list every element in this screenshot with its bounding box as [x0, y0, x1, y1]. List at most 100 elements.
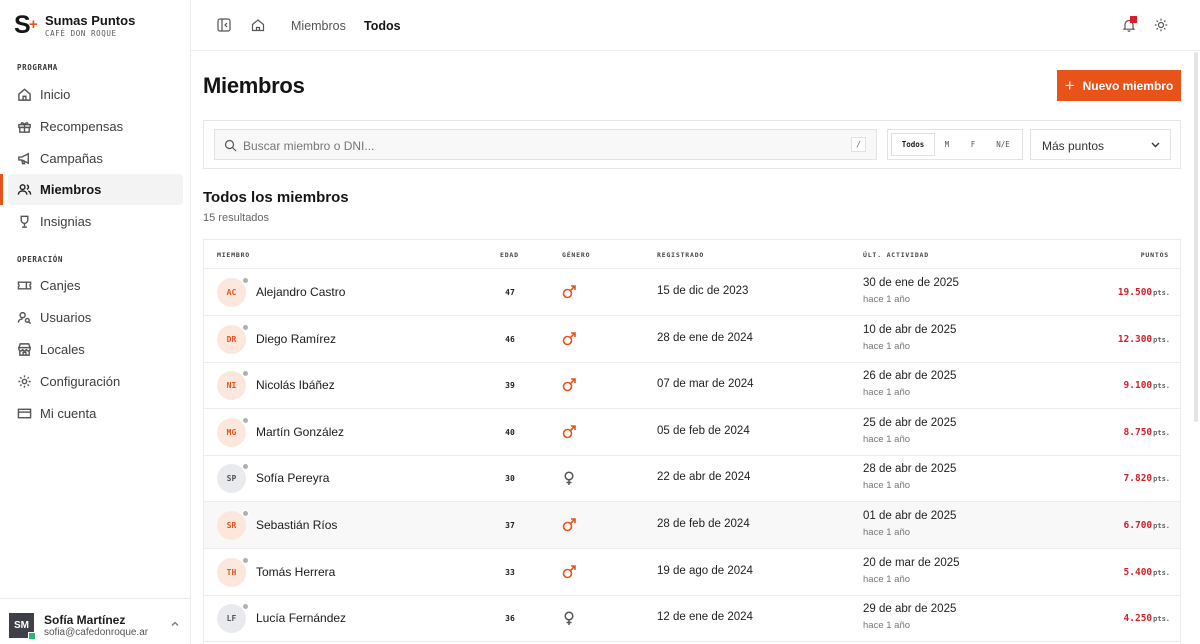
header-member[interactable]: MIEMBRO [217, 251, 250, 259]
points-unit: pts. [1153, 615, 1170, 624]
header-activity[interactable]: ÚLT. ACTIVIDAD [863, 251, 929, 259]
table-row[interactable]: MG Martín González 40 05 de feb de 2024 25 d… [204, 409, 1180, 456]
member-last-activity-relative: hace 1 año [863, 480, 911, 492]
search-icon [224, 139, 237, 152]
sidebar-item-label: Canjes [40, 278, 81, 293]
header-registered[interactable]: REGISTRADO [657, 251, 704, 259]
member-registered: 19 de ago de 2024 [657, 564, 753, 577]
member-avatar: AC [217, 277, 249, 307]
home-icon [18, 88, 31, 101]
table-row[interactable]: DR Diego Ramírez 46 28 de ene de 2024 10 de … [204, 316, 1180, 363]
member-last-activity: 25 de abr de 2025 [863, 416, 957, 429]
sidebar-item-inicio[interactable]: Inicio [8, 79, 183, 110]
member-points: 19.500pts. [1118, 287, 1170, 298]
sidebar-item-label: Configuración [40, 374, 121, 389]
sidebar-item-configuracion[interactable]: Configuración [8, 366, 183, 397]
sidebar-item-usuarios[interactable]: Usuarios [8, 302, 183, 333]
scrollbar[interactable] [1194, 52, 1198, 422]
sort-select[interactable]: Más puntos [1030, 129, 1171, 160]
table-row[interactable]: AC Alejandro Castro 47 15 de dic de 2023 30 … [204, 269, 1180, 316]
points-value: 8.750 [1123, 426, 1153, 438]
member-name[interactable]: Sebastián Ríos [256, 518, 337, 532]
gender-filter-f[interactable]: F [959, 133, 987, 156]
gender-filter-m[interactable]: M [935, 133, 959, 156]
points-unit: pts. [1153, 475, 1170, 484]
search-input[interactable]: Buscar miembro o DNI... / [214, 129, 877, 160]
section-label-programa: PROGRAMA [17, 63, 58, 72]
sidebar-item-campanas[interactable]: Campañas [8, 143, 183, 174]
member-registered: 15 de dic de 2023 [657, 285, 749, 297]
member-age: 37 [505, 521, 515, 530]
member-last-activity-relative: hace 1 año [863, 433, 911, 445]
member-last-activity: 01 de abr de 2025 [863, 510, 957, 522]
sidebar-toggle-icon[interactable] [217, 18, 231, 32]
points-unit: pts. [1153, 289, 1170, 297]
member-name[interactable]: Tomás Herrera [256, 565, 335, 579]
chevron-up-icon[interactable] [170, 619, 180, 629]
sidebar-item-mi-cuenta[interactable]: Mi cuenta [8, 398, 183, 429]
member-last-activity: 10 de abr de 2025 [863, 323, 957, 336]
member-name[interactable]: Alejandro Castro [256, 285, 345, 299]
table-row[interactable]: SP Sofía Pereyra 30 22 de abr de 2024 28 de … [204, 455, 1180, 503]
table-row[interactable]: SR Sebastián Ríos 37 28 de feb de 2024 01 de… [204, 502, 1180, 549]
breadcrumb-miembros[interactable]: Miembros [291, 19, 346, 33]
users-icon [17, 184, 32, 195]
home-icon[interactable] [251, 18, 265, 32]
header-points[interactable]: PUNTOS [1141, 251, 1169, 259]
member-age: 33 [505, 567, 515, 577]
sort-select-value: Más puntos [1042, 139, 1105, 153]
member-name[interactable]: Martín González [256, 425, 344, 439]
sidebar-item-insignias[interactable]: Insignias [8, 206, 183, 237]
table-row[interactable]: TH Tomás Herrera 33 19 de ago de 2024 20 de … [204, 549, 1180, 596]
member-avatar: LF [217, 603, 249, 634]
points-value: 6.700 [1123, 520, 1153, 531]
store-icon [18, 343, 31, 356]
member-points: 9.100pts. [1124, 380, 1170, 391]
sidebar-item-locales[interactable]: Locales [8, 334, 183, 365]
sidebar-item-canjes[interactable]: Canjes [8, 270, 183, 301]
member-last-activity-relative: hace 1 año [863, 340, 911, 352]
sun-icon[interactable] [1154, 18, 1168, 32]
status-dot [242, 463, 249, 471]
chevron-down-icon [1151, 142, 1160, 148]
member-points: 5.400pts. [1124, 567, 1170, 578]
male-icon [561, 331, 577, 347]
member-avatar: MG [217, 416, 249, 447]
member-registered: 22 de abr de 2024 [657, 471, 751, 484]
gender-filter-todos[interactable]: Todos [891, 133, 935, 156]
member-points: 4.250pts. [1124, 613, 1170, 624]
points-unit: pts. [1153, 428, 1170, 437]
table-row[interactable]: NI Nicolás Ibáñez 39 07 de mar de 2024 26 de… [204, 362, 1180, 410]
member-name[interactable]: Lucía Fernández [256, 611, 346, 625]
member-name[interactable]: Nicolás Ibáñez [256, 378, 335, 392]
points-value: 19.500 [1117, 287, 1153, 298]
gift-icon [18, 122, 31, 133]
member-name[interactable]: Sofía Pereyra [256, 471, 329, 485]
member-initials: DR [226, 334, 237, 344]
sidebar-item-recompensas[interactable]: Recompensas [8, 111, 183, 142]
points-unit: pts. [1153, 568, 1170, 577]
status-dot [242, 323, 249, 331]
male-icon [561, 284, 577, 300]
table-row[interactable]: LF Lucía Fernández 36 12 de ene de 2024 29 d… [204, 595, 1180, 643]
member-name[interactable]: Diego Ramírez [256, 332, 336, 346]
member-initials: SR [226, 521, 237, 530]
online-indicator [28, 632, 36, 640]
member-avatar: SR [217, 510, 249, 540]
points-unit: pts. [1153, 522, 1170, 530]
header-age[interactable]: EDAD [500, 251, 519, 259]
brand[interactable]: S + Sumas Puntos CAFÉ DON ROQUE [14, 12, 135, 39]
member-age: 39 [505, 381, 515, 391]
gender-filter-ne[interactable]: N/E [987, 133, 1019, 156]
page-title: Miembros [203, 73, 305, 98]
sidebar-item-miembros[interactable]: Miembros [8, 174, 183, 205]
notification-badge [1130, 16, 1137, 23]
sidebar-item-label: Mi cuenta [40, 406, 97, 421]
user-menu[interactable]: SM Sofía Martínez sofia@cafedonroque.ar [0, 598, 191, 644]
new-member-button[interactable]: + Nuevo miembro [1057, 70, 1181, 101]
plus-icon: + [1064, 75, 1075, 95]
active-indicator [0, 174, 3, 205]
header-gender[interactable]: GÉNERO [562, 251, 590, 259]
gender-filter: Todos M F N/E [887, 129, 1023, 160]
member-age: 36 [505, 614, 515, 624]
